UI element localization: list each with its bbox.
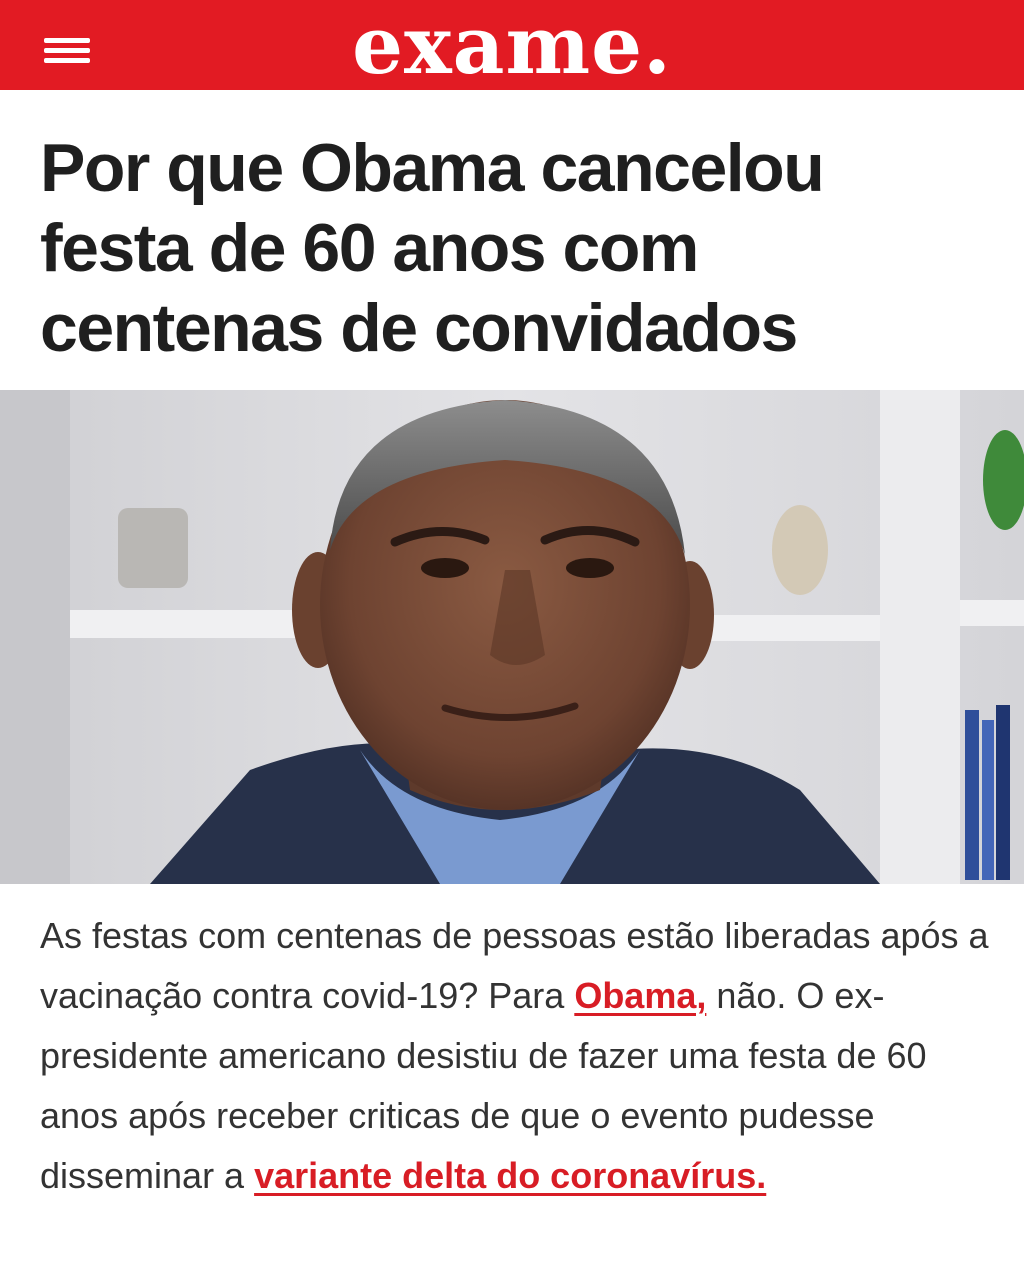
article-lead-paragraph: As festas com centenas de pessoas estão … <box>40 906 990 1206</box>
article-headline: Por que Obama cancelou festa de 60 anos … <box>40 130 825 366</box>
delta-variant-link[interactable]: variante delta do coronavírus. <box>254 1155 766 1196</box>
top-bar: exame. <box>0 0 1024 90</box>
obama-link[interactable]: Obama, <box>574 975 706 1016</box>
obama-portrait-image <box>0 390 1024 884</box>
article-hero-image <box>0 390 1024 884</box>
site-logo[interactable]: exame. <box>0 0 1024 90</box>
